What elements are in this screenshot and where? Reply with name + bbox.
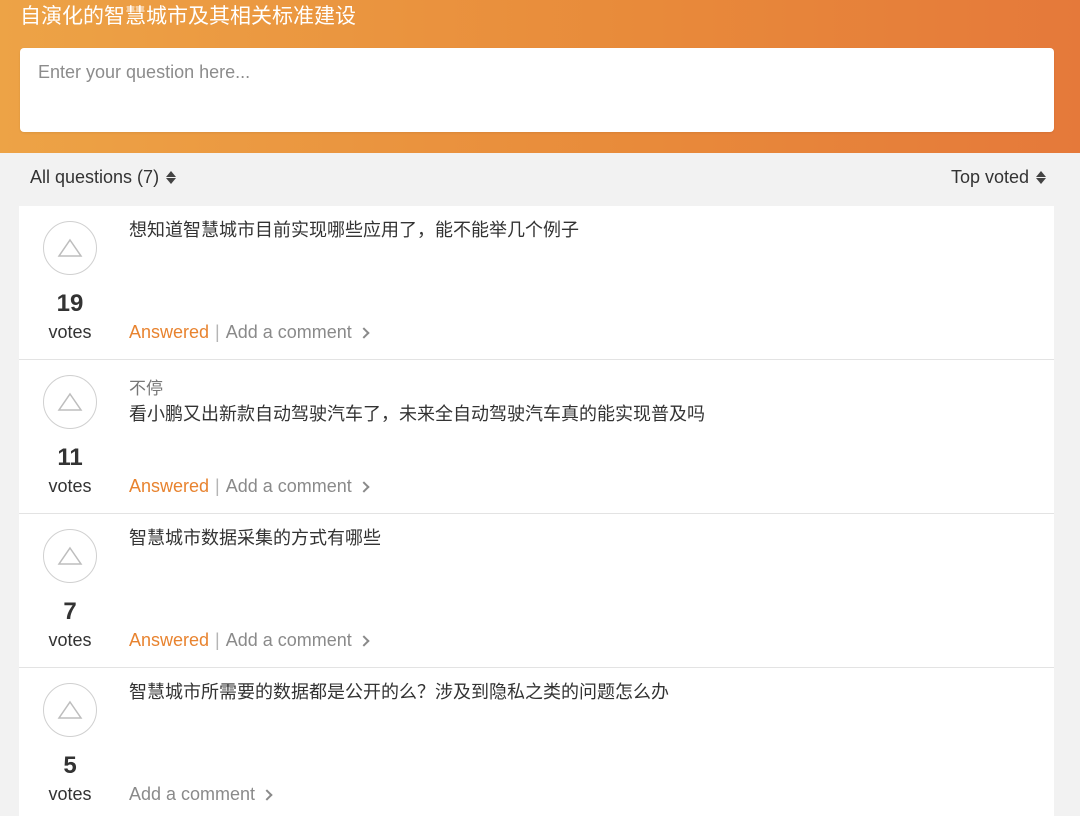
chevron-right-icon	[358, 634, 370, 647]
add-comment-label: Add a comment	[225, 630, 352, 650]
question-text: 智慧城市数据采集的方式有哪些	[129, 528, 381, 549]
meta-separator: |	[215, 630, 220, 650]
sort-label: Top voted	[950, 167, 1029, 187]
chevron-right-icon	[358, 326, 370, 339]
vote-count: 11	[57, 444, 83, 471]
meta-separator: |	[215, 476, 220, 496]
question-text: 智慧城市所需要的数据都是公开的么？涉及到隐私之类的问题怎么办	[129, 682, 669, 703]
question-item: 5 votes 智慧城市所需要的数据都是公开的么？涉及到隐私之类的问题怎么办 A…	[19, 668, 1054, 816]
add-comment-link[interactable]: Add a comment	[129, 784, 273, 805]
event-title: 自演化的智慧城市及其相关标准建设	[20, 4, 356, 28]
question-list: 19 votes 想知道智慧城市目前实现哪些应用了，能不能举几个例子 Answe…	[19, 206, 1054, 816]
answered-status: Answered	[129, 476, 210, 496]
question-meta: Answered | Add a comment	[129, 630, 370, 651]
question-input[interactable]	[20, 48, 1054, 132]
add-comment-label: Add a comment	[225, 322, 352, 342]
question-meta: Answered | Add a comment	[129, 322, 370, 343]
upvote-button[interactable]	[43, 683, 97, 737]
question-item: 7 votes 智慧城市数据采集的方式有哪些 Answered | Add a …	[19, 514, 1054, 668]
question-text: 想知道智慧城市目前实现哪些应用了，能不能举几个例子	[129, 220, 579, 241]
question-filter-dropdown[interactable]: All questions (7)	[30, 167, 177, 188]
answered-status: Answered	[129, 322, 210, 342]
upvote-triangle-icon	[57, 546, 83, 565]
add-comment-link[interactable]: Add a comment	[225, 322, 370, 343]
add-comment-label: Add a comment	[129, 784, 256, 804]
question-meta: Answered | Add a comment	[129, 476, 370, 497]
upvote-triangle-icon	[57, 238, 83, 257]
upvote-button[interactable]	[43, 529, 97, 583]
filter-label: All questions (7)	[30, 167, 160, 187]
sort-updown-icon	[166, 171, 177, 184]
vote-count: 19	[56, 290, 84, 317]
question-meta: Add a comment	[129, 784, 273, 805]
votes-label: votes	[48, 630, 92, 650]
add-comment-label: Add a comment	[225, 476, 352, 496]
answered-status: Answered	[129, 630, 210, 650]
add-comment-link[interactable]: Add a comment	[225, 630, 370, 651]
upvote-triangle-icon	[57, 392, 83, 411]
question-author: 不停	[129, 379, 163, 399]
question-item: 11 votes 不停 看小鹏又出新款自动驾驶汽车了，未来全自动驾驶汽车真的能实…	[19, 360, 1054, 514]
upvote-triangle-icon	[57, 700, 83, 719]
sort-updown-icon	[1036, 171, 1046, 184]
chevron-right-icon	[358, 480, 370, 493]
question-toolbar: All questions (7) Top voted	[0, 153, 1080, 205]
question-item: 19 votes 想知道智慧城市目前实现哪些应用了，能不能举几个例子 Answe…	[19, 206, 1054, 360]
upvote-button[interactable]	[43, 375, 97, 429]
event-header: 自演化的智慧城市及其相关标准建设	[0, 0, 1080, 153]
upvote-button[interactable]	[43, 221, 97, 275]
sort-dropdown[interactable]: Top voted	[951, 167, 1046, 188]
votes-label: votes	[48, 322, 92, 342]
add-comment-link[interactable]: Add a comment	[225, 476, 370, 497]
votes-label: votes	[48, 784, 92, 804]
vote-count: 5	[63, 752, 77, 779]
question-text: 看小鹏又出新款自动驾驶汽车了，未来全自动驾驶汽车真的能实现普及吗	[129, 404, 705, 425]
meta-separator: |	[215, 322, 220, 342]
vote-count: 7	[63, 598, 77, 625]
chevron-right-icon	[261, 788, 273, 801]
votes-label: votes	[48, 476, 92, 496]
